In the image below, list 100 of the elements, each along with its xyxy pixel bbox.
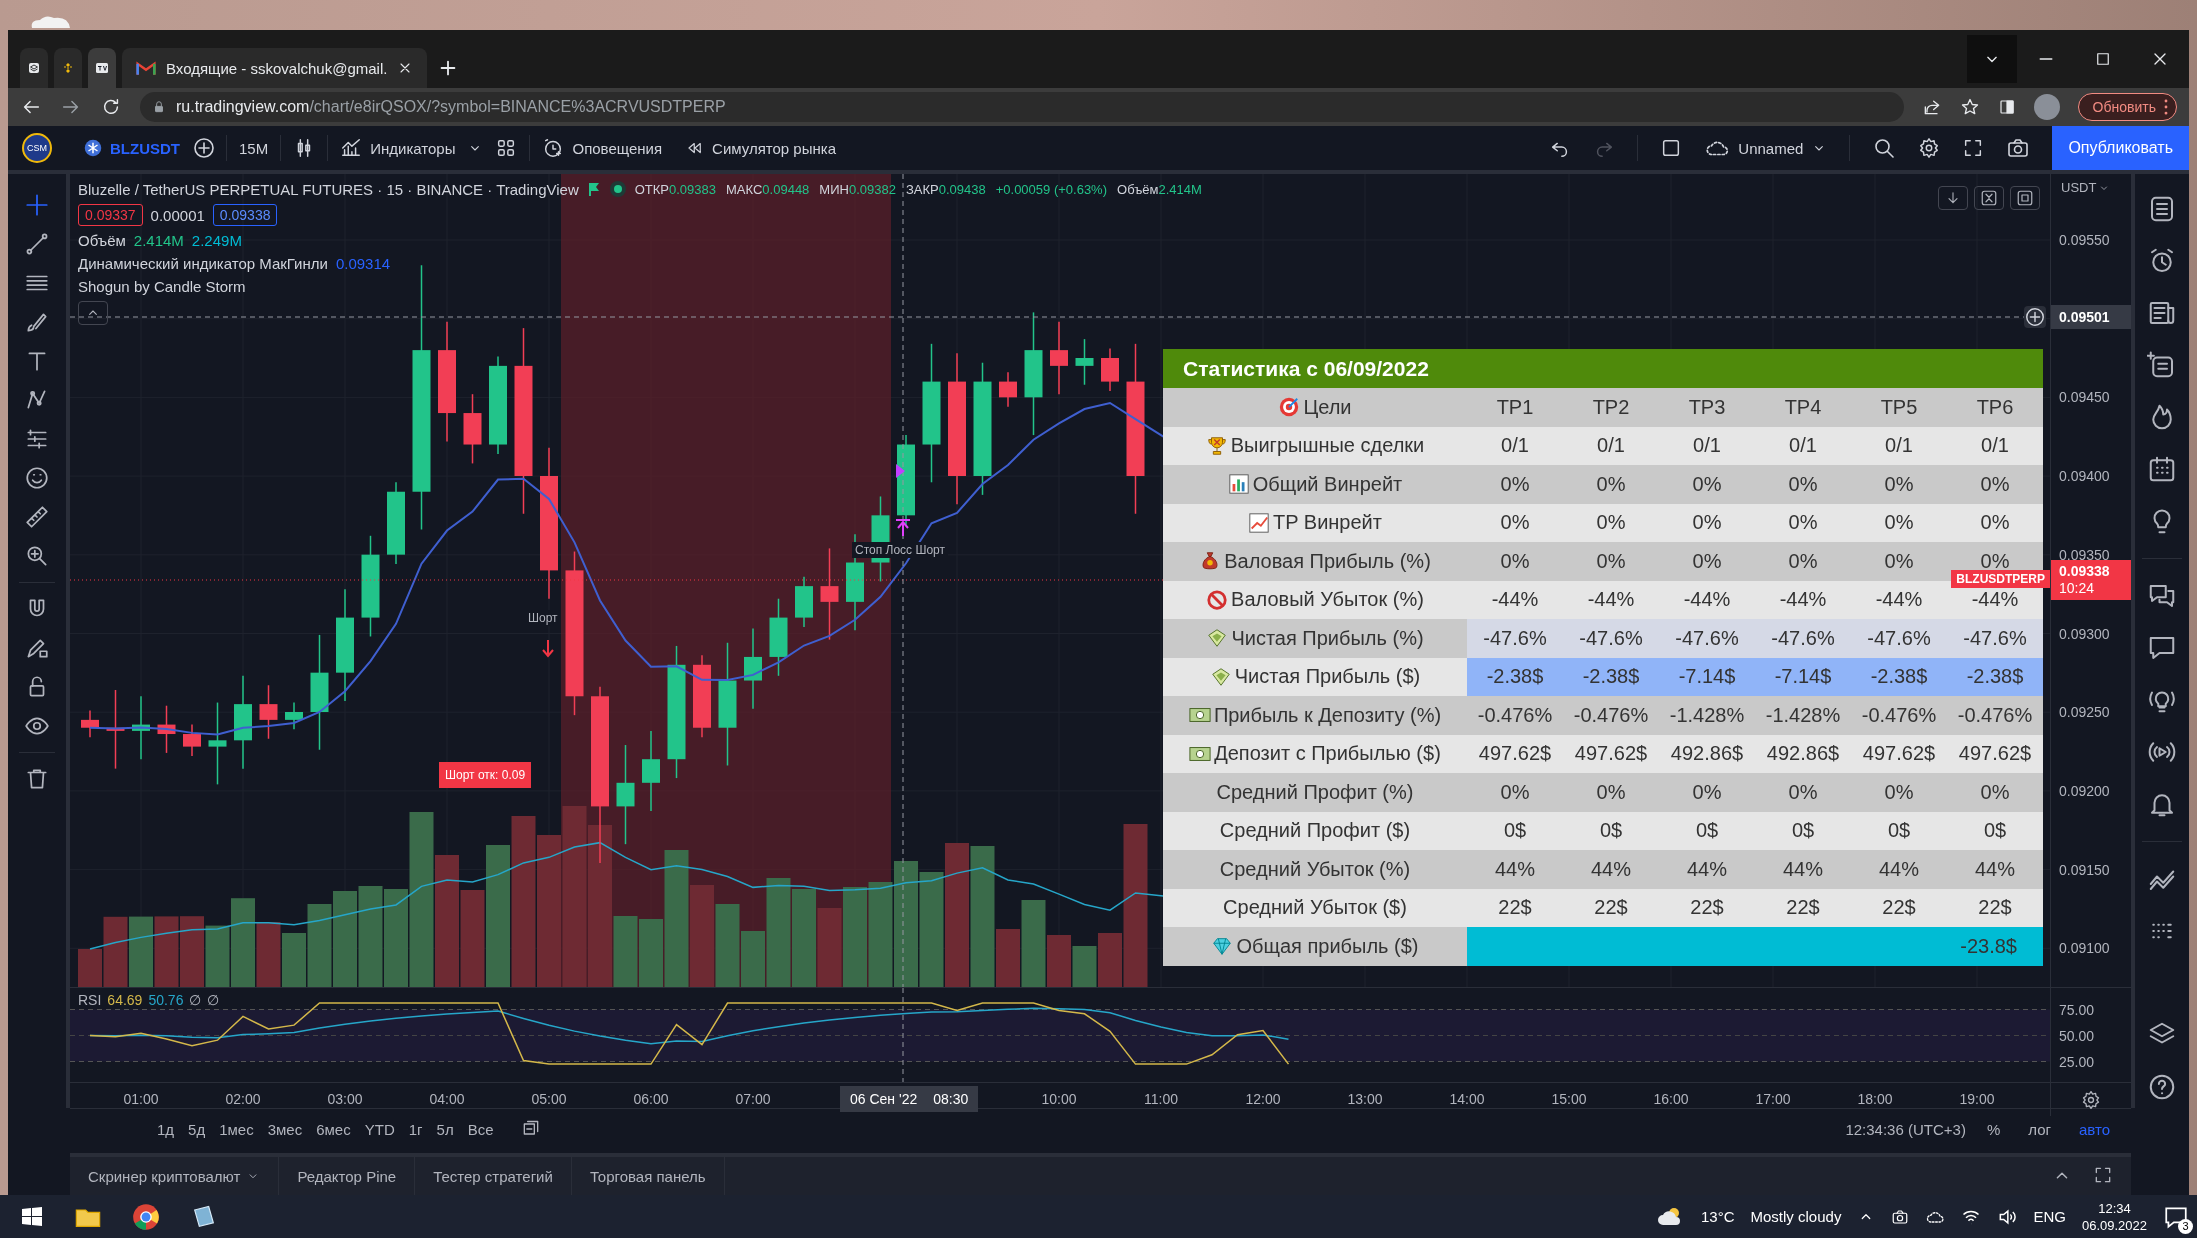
table-cell: 44% xyxy=(1659,850,1755,889)
address-bar[interactable]: ru.tradingview.com/chart/e8irQSOX/?symbol=BINANCE%3ACRVUSDTPERP xyxy=(140,92,1904,122)
row-label: Валовая Прибыль (%) xyxy=(1224,549,1431,573)
table-cell: 497.62$ xyxy=(1947,734,2043,773)
replay-button[interactable]: Симулятор рынка xyxy=(674,130,848,166)
time-tick: 10:00 xyxy=(1041,1091,1077,1107)
range-button[interactable]: 1мес xyxy=(212,1120,261,1138)
range-button[interactable]: 5л xyxy=(429,1120,461,1138)
browser-tab[interactable]: Входящие - sskovalchuk@gmail. xyxy=(122,48,428,88)
table-cell: -44% xyxy=(1563,580,1659,619)
ohlc-value: МИН0.09382 xyxy=(819,181,896,197)
scale-mode-button[interactable]: лог xyxy=(2021,1120,2058,1138)
range-button[interactable]: 1д xyxy=(150,1120,182,1138)
table-cell: 492.86$ xyxy=(1659,734,1755,773)
table-cell: -0.476% xyxy=(1467,696,1563,735)
language-indicator[interactable]: ENG xyxy=(2033,1208,2066,1225)
indicator-value: 50.76 xyxy=(148,992,184,1008)
price-tick: 0.09450 xyxy=(2059,389,2110,406)
range-button[interactable]: 5д xyxy=(181,1120,213,1138)
interval-button[interactable]: 15M xyxy=(227,130,281,166)
indicator-name: Shogun by Candle Storm xyxy=(78,278,246,295)
range-button[interactable]: 3мес xyxy=(260,1120,310,1138)
table-cell: 0% xyxy=(1467,542,1563,581)
table-cell: 0/1 xyxy=(1467,426,1563,465)
clock[interactable]: 12:34 06.09.2022 xyxy=(2081,1199,2147,1234)
table-cell: -44% xyxy=(1755,580,1851,619)
range-button[interactable]: YTD xyxy=(357,1120,402,1138)
publish-button[interactable]: Опубликовать xyxy=(2052,126,2189,170)
indicator-name: RSI xyxy=(78,992,102,1008)
column-header: TP1 xyxy=(1467,388,1563,427)
row-label: Чистая Прибыль ($) xyxy=(1234,665,1421,689)
row-label: TP Винрейт xyxy=(1273,511,1382,535)
signal-label: Стоп Лосс Шорт xyxy=(852,542,948,558)
crosshair-price-label: 0.09501 xyxy=(2051,305,2131,329)
spread-value: 0.00001 xyxy=(150,206,205,224)
row-label: Средний Убыток (%) xyxy=(1219,857,1411,881)
time-tick: 16:00 xyxy=(1653,1091,1689,1107)
time-tick: 02:00 xyxy=(225,1091,261,1107)
table-cell: 44% xyxy=(1563,850,1659,889)
indicators-button[interactable]: Индикаторы xyxy=(328,130,468,166)
time-tick: 17:00 xyxy=(1755,1091,1791,1107)
alerts-button[interactable]: Оповещения xyxy=(530,130,675,166)
row-label: Валовый Убыток (%) xyxy=(1231,588,1424,612)
ohlc-value: ЗАКР0.09438 xyxy=(905,181,986,197)
table-cell: 0% xyxy=(1467,465,1563,504)
table-cell: 492.86$ xyxy=(1755,734,1851,773)
symbol-button[interactable]: BLZUSDT xyxy=(72,130,192,166)
temperature[interactable]: 13°C xyxy=(1701,1208,1735,1225)
range-button[interactable]: 6мес xyxy=(309,1120,358,1138)
table-cell: 44% xyxy=(1851,850,1947,889)
range-button[interactable]: 1г xyxy=(401,1120,430,1138)
total-cell: -23.8$ xyxy=(1467,927,2043,966)
price-tick: 0.09300 xyxy=(2059,625,2110,642)
row-label: Выигрышные сделки xyxy=(1230,434,1425,458)
logo[interactable]: CSM xyxy=(22,133,52,163)
clock[interactable]: 12:34:36 (UTC+3) xyxy=(1845,1120,1966,1138)
table-cell: 22$ xyxy=(1851,888,1947,927)
table-cell: 0$ xyxy=(1467,811,1563,850)
table-cell: 0% xyxy=(1467,773,1563,812)
table-cell: -47.6% xyxy=(1563,619,1659,658)
table-cell: 0% xyxy=(1851,465,1947,504)
indicator-value: 2.414M xyxy=(133,232,184,249)
buy-price[interactable]: 0.09338 xyxy=(212,204,278,226)
rsi-tick: 75.00 xyxy=(2059,1001,2095,1018)
table-cell: 0/1 xyxy=(1563,426,1659,465)
table-cell: 0/1 xyxy=(1851,426,1947,465)
rsi-tick: 25.00 xyxy=(2059,1053,2095,1070)
table-cell: 44% xyxy=(1947,850,2043,889)
row-label: Средний Профит ($) xyxy=(1219,819,1411,843)
price-tick: 0.09150 xyxy=(2059,861,2110,878)
layout-button[interactable]: Unnamed xyxy=(1704,130,1828,166)
table-cell: -1.428% xyxy=(1659,696,1755,735)
range-button[interactable]: Все xyxy=(460,1120,501,1138)
table-cell: -44% xyxy=(1851,580,1947,619)
table-cell: -0.476% xyxy=(1851,696,1947,735)
table-cell: -2.38$ xyxy=(1947,657,2043,696)
table-cell: -47.6% xyxy=(1467,619,1563,658)
time-tick: 04:00 xyxy=(429,1091,465,1107)
table-cell: 0% xyxy=(1851,773,1947,812)
table-cell: 0$ xyxy=(1563,811,1659,850)
table-cell: 22$ xyxy=(1467,888,1563,927)
volume-value: Объём2.414M xyxy=(1117,181,1202,197)
price-tick: 0.09100 xyxy=(2059,940,2110,957)
table-cell: -7.14$ xyxy=(1755,657,1851,696)
table-cell: -7.14$ xyxy=(1659,657,1755,696)
sell-price[interactable]: 0.09337 xyxy=(78,204,143,226)
order-label: Шорт отк: 0.09 xyxy=(439,762,532,788)
table-cell: 497.62$ xyxy=(1563,734,1659,773)
time-tick: 13:00 xyxy=(1347,1091,1383,1107)
update-button[interactable]: Обновить xyxy=(2077,93,2177,121)
time-tick: 15:00 xyxy=(1551,1091,1587,1107)
weather-text[interactable]: Mostly cloudy xyxy=(1750,1208,1842,1225)
scale-mode-button[interactable]: % xyxy=(1979,1120,2008,1138)
table-cell: 0% xyxy=(1467,503,1563,542)
scale-mode-button[interactable]: авто xyxy=(2071,1120,2117,1138)
table-cell: 0/1 xyxy=(1947,426,2043,465)
table-cell: 0% xyxy=(1755,542,1851,581)
time-tick: 18:00 xyxy=(1857,1091,1893,1107)
time-tick: 06:00 xyxy=(633,1091,669,1107)
currency-selector[interactable]: USDT xyxy=(2061,180,2111,195)
